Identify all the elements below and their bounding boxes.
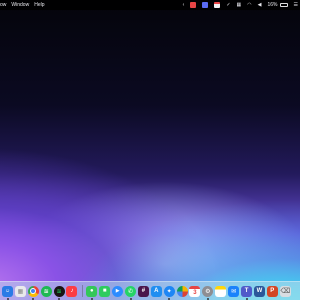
checkmark-circle-icon[interactable]: ✓: [226, 0, 230, 10]
dock-app-photos[interactable]: [176, 285, 188, 297]
nav-chevron-icon[interactable]: ‹: [183, 0, 185, 10]
dock-app-word[interactable]: W: [253, 285, 265, 297]
dock-separator: [82, 285, 84, 297]
wifi-icon[interactable]: ◠: [247, 0, 251, 10]
dock-app-app-store[interactable]: A: [150, 285, 162, 297]
dock-app-slack[interactable]: #: [137, 285, 149, 297]
running-indicator: [6, 297, 9, 300]
running-indicator: [129, 297, 132, 300]
running-indicator: [32, 297, 35, 300]
desktop-wallpaper: [0, 0, 300, 300]
dock-app-finder[interactable]: ☺: [2, 285, 13, 300]
menu-item-window[interactable]: Window: [11, 0, 29, 10]
menu-item-help[interactable]: Help: [34, 0, 44, 10]
calendar-icon[interactable]: [214, 2, 221, 8]
running-indicator: [58, 297, 61, 300]
dock-app-music[interactable]: ♪: [66, 285, 78, 297]
dock-app-mail[interactable]: ✉: [228, 285, 240, 297]
app-red-icon[interactable]: [190, 2, 197, 8]
dock-app-facetime[interactable]: ■: [99, 285, 111, 297]
battery-icon[interactable]: [279, 3, 288, 7]
app-blue-icon[interactable]: [202, 2, 209, 8]
menu-item-app[interactable]: ow: [0, 0, 6, 10]
dock-app-notes[interactable]: [215, 285, 227, 297]
running-indicator: [168, 297, 171, 300]
dock-app-trash[interactable]: ⌫: [279, 285, 291, 297]
menu-bar: ow Window Help ‹ ✓ ▦ ◠ ◀ 16% ☰: [0, 0, 300, 10]
menu-bar-left: ow Window Help: [0, 0, 50, 10]
running-indicator: [245, 297, 248, 300]
dock-app-calendar[interactable]: 3: [189, 285, 201, 297]
control-center-icon[interactable]: ☰: [294, 0, 298, 10]
dock-app-spotify-green[interactable]: ≋: [40, 285, 52, 297]
dock: ☺ ▦ ≋ ≋ ♪ ● ■ ▶ ✆ # A ✦ 3 ⚙ ✉ T W P ⌫: [0, 281, 300, 300]
dock-app-whatsapp[interactable]: ✆: [125, 285, 137, 300]
dock-app-teams[interactable]: T: [241, 285, 253, 300]
dock-app-chrome[interactable]: [27, 285, 39, 300]
dock-app-safari[interactable]: ✦: [163, 285, 175, 300]
dock-app-settings[interactable]: ⚙: [202, 285, 214, 300]
dock-app-launchpad[interactable]: ▦: [14, 285, 26, 297]
running-indicator: [206, 297, 209, 300]
running-indicator: [90, 297, 93, 300]
dock-app-messages[interactable]: ●: [86, 285, 98, 300]
grid-icon[interactable]: ▦: [237, 0, 242, 10]
battery-text: 16%: [267, 2, 278, 8]
dock-app-spotify[interactable]: ≋: [53, 285, 65, 300]
volume-icon[interactable]: ◀: [258, 0, 262, 10]
dock-app-zoom[interactable]: ▶: [112, 285, 124, 297]
menu-bar-status: ‹ ✓ ▦ ◠ ◀ 16% ☰: [177, 0, 298, 10]
dock-app-powerpoint[interactable]: P: [266, 285, 278, 297]
